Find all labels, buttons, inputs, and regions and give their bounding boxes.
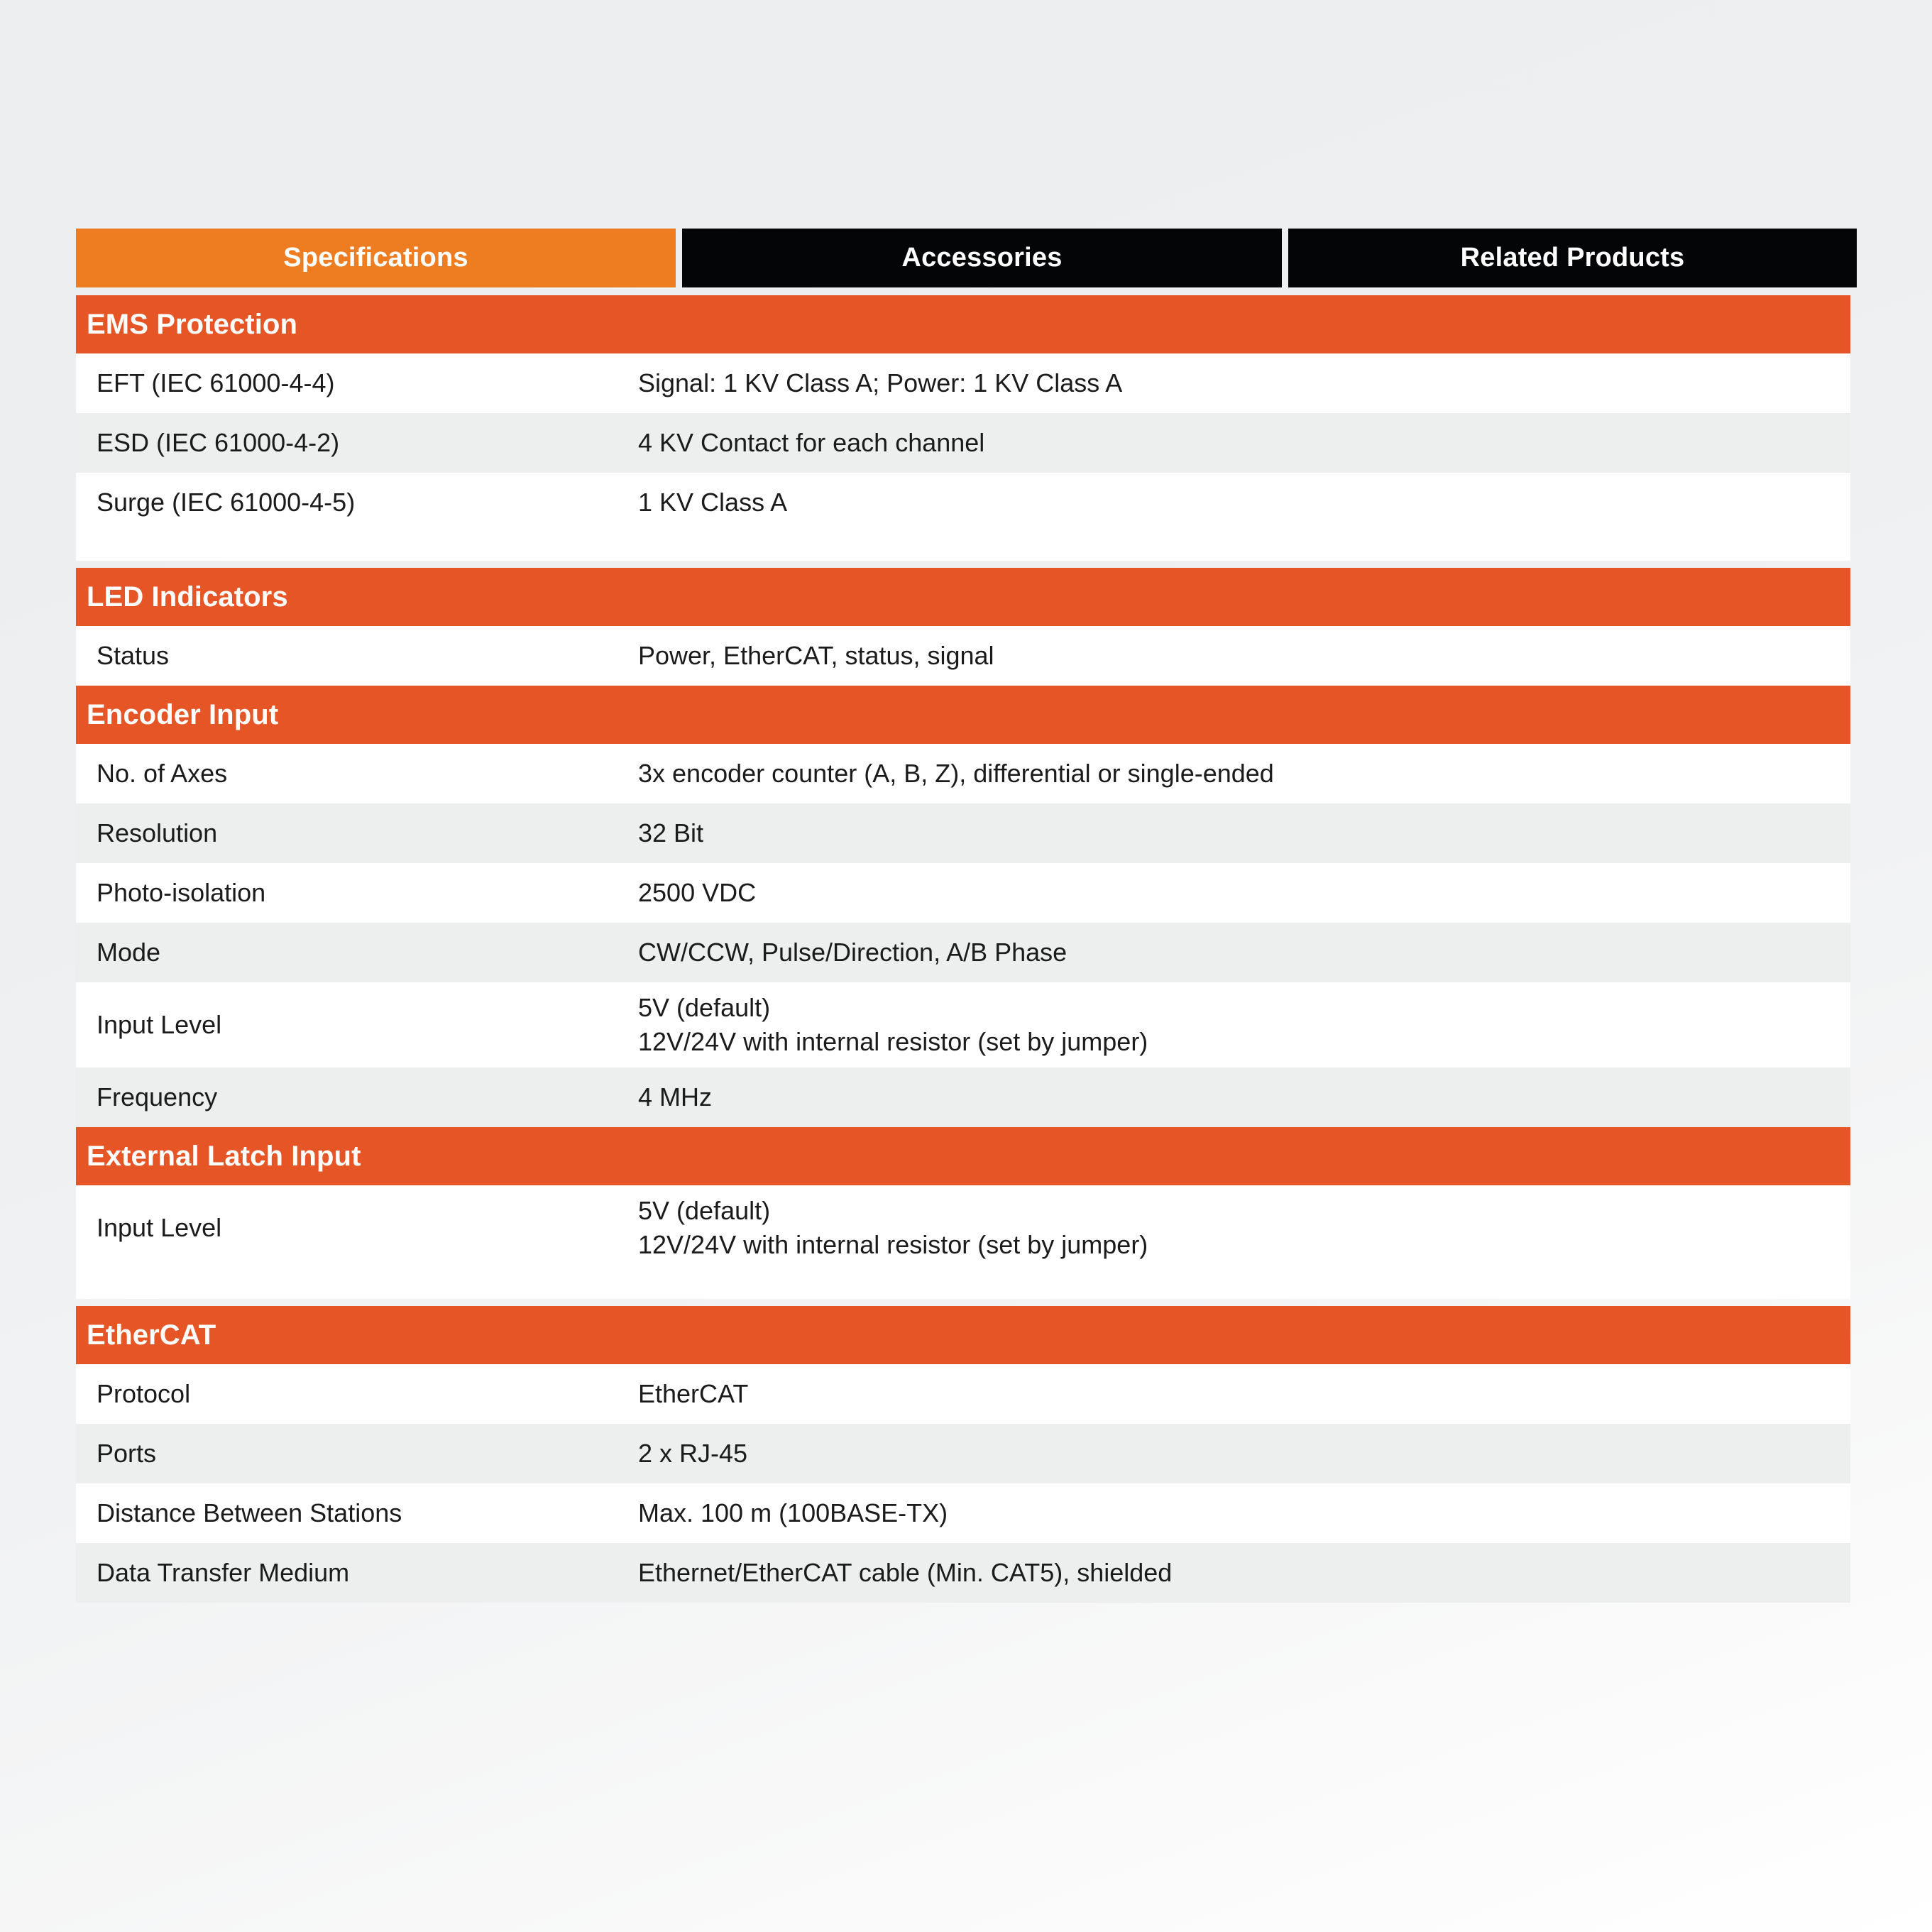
section-spacer [76,1270,1850,1299]
row-value: 5V (default) 12V/24V with internal resis… [638,993,1148,1056]
section-title: LED Indicators [87,581,288,613]
row-value: 4 MHz [638,1082,713,1112]
row-label: Status [97,641,170,671]
table-row: Ports 2 x RJ-45 [76,1424,1850,1483]
row-value: CW/CCW, Pulse/Direction, A/B Phase [638,938,1067,967]
tab-related-products[interactable]: Related Products [1288,229,1857,287]
tab-accessories[interactable]: Accessories [682,229,1282,287]
row-value: Ethernet/EtherCAT cable (Min. CAT5), shi… [638,1558,1173,1588]
tab-accessories-label: Accessories [901,243,1063,273]
section-spacer [76,532,1850,561]
row-value: Signal: 1 KV Class A; Power: 1 KV Class … [638,368,1123,398]
tab-specifications[interactable]: Specifications [76,229,676,287]
row-label: Resolution [97,818,218,848]
row-label: Input Level [97,1010,222,1040]
table-row: Photo-isolation 2500 VDC [76,863,1850,923]
tab-specifications-label: Specifications [283,243,468,273]
product-spec-page: Specifications Accessories Related Produ… [0,0,1932,1932]
section-header-led-indicators: LED Indicators [76,568,1850,626]
row-value: 32 Bit [638,818,704,848]
row-label: Protocol [97,1379,191,1409]
section-title: Encoder Input [87,698,279,730]
row-label: No. of Axes [97,759,228,789]
row-value: 3x encoder counter (A, B, Z), differenti… [638,759,1274,789]
row-value: 2 x RJ-45 [638,1439,748,1469]
table-row: Data Transfer Medium Ethernet/EtherCAT c… [76,1543,1850,1603]
row-label: Data Transfer Medium [97,1558,350,1588]
section-header-external-latch-input: External Latch Input [76,1127,1850,1185]
row-label: Distance Between Stations [97,1498,402,1528]
table-row: Resolution 32 Bit [76,803,1850,863]
row-label: ESD (IEC 61000-4-2) [97,428,340,458]
row-value: 5V (default) 12V/24V with internal resis… [638,1196,1148,1259]
specifications-panel: Specifications Accessories Related Produ… [76,229,1857,1603]
row-value: 4 KV Contact for each channel [638,428,985,458]
row-label: EFT (IEC 61000-4-4) [97,368,335,398]
row-label: Input Level [97,1213,222,1243]
row-label: Ports [97,1439,157,1469]
tab-related-products-label: Related Products [1460,243,1685,273]
section-header-ethercat: EtherCAT [76,1306,1850,1364]
section-header-ems-protection: EMS Protection [76,295,1850,353]
section-header-encoder-input: Encoder Input [76,686,1850,744]
tab-bar: Specifications Accessories Related Produ… [76,229,1857,287]
table-row: ESD (IEC 61000-4-2) 4 KV Contact for eac… [76,413,1850,473]
table-row: Status Power, EtherCAT, status, signal [76,626,1850,686]
table-row: No. of Axes 3x encoder counter (A, B, Z)… [76,744,1850,803]
row-label: Photo-isolation [97,878,266,908]
specifications-table: EMS Protection EFT (IEC 61000-4-4) Signa… [76,295,1850,1603]
row-value: 1 KV Class A [638,488,788,517]
table-row: Surge (IEC 61000-4-5) 1 KV Class A [76,473,1850,532]
table-row: Mode CW/CCW, Pulse/Direction, A/B Phase [76,923,1850,982]
row-label: Mode [97,938,161,967]
section-title: EMS Protection [87,308,297,340]
row-value: Max. 100 m (100BASE-TX) [638,1498,948,1528]
table-row: Input Level 5V (default) 12V/24V with in… [76,982,1850,1067]
table-row: Protocol EtherCAT [76,1364,1850,1424]
row-label: Surge (IEC 61000-4-5) [97,488,356,517]
table-row: EFT (IEC 61000-4-4) Signal: 1 KV Class A… [76,353,1850,413]
row-label: Frequency [97,1082,218,1112]
section-title: EtherCAT [87,1319,216,1351]
table-row: Frequency 4 MHz [76,1067,1850,1127]
section-title: External Latch Input [87,1140,361,1172]
table-row: Distance Between Stations Max. 100 m (10… [76,1483,1850,1543]
row-value: EtherCAT [638,1379,749,1409]
row-value: 2500 VDC [638,878,757,908]
row-value: Power, EtherCAT, status, signal [638,641,994,671]
table-row: Input Level 5V (default) 12V/24V with in… [76,1185,1850,1270]
